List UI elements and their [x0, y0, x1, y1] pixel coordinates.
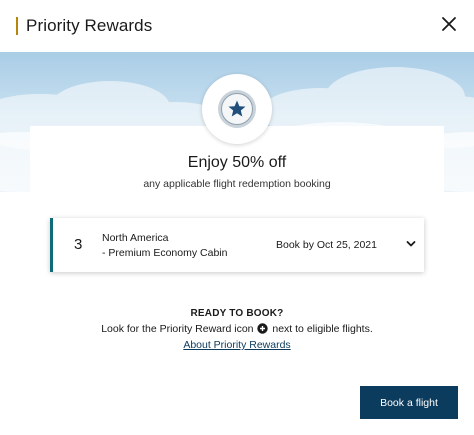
about-priority-rewards-link[interactable]: About Priority Rewards: [183, 339, 290, 351]
look-text-after: next to eligible flights.: [272, 323, 373, 335]
close-button[interactable]: [440, 15, 458, 33]
reward-region: North America: [102, 232, 169, 244]
title-accent-bar: [16, 17, 18, 35]
reward-badge: [202, 74, 272, 144]
dialog-title-wrap: Priority Rewards: [16, 16, 152, 36]
reward-row[interactable]: 3 North America - Premium Economy Cabin …: [50, 218, 424, 272]
reward-row-accent: [50, 218, 53, 272]
chevron-down-icon[interactable]: [406, 240, 416, 248]
dialog-title: Priority Rewards: [26, 16, 153, 35]
reward-quantity: 3: [74, 236, 83, 253]
star-icon: [218, 90, 256, 128]
offer-headline: Enjoy 50% off: [187, 154, 287, 171]
plus-circle-icon: [257, 323, 269, 334]
dialog-header: Priority Rewards: [0, 0, 474, 52]
reward-cabin: - Premium Economy Cabin: [102, 247, 228, 259]
look-for-icon-text: Look for the Priority Reward icon next t…: [0, 323, 474, 335]
look-text-before: Look for the Priority Reward icon: [101, 323, 254, 335]
about-link-wrap: About Priority Rewards: [0, 339, 474, 351]
ready-to-book-heading: READY TO BOOK?: [190, 308, 284, 319]
reward-book-by-date: Book by Oct 25, 2021: [276, 239, 377, 251]
close-icon: [442, 17, 456, 31]
offer-subline: any applicable flight redemption booking: [143, 178, 331, 190]
book-flight-button[interactable]: Book a flight: [360, 386, 458, 419]
